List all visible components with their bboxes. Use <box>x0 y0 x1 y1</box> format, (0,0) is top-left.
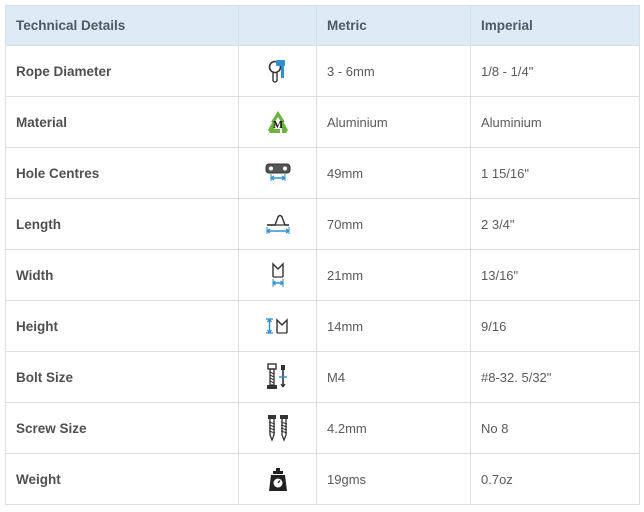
row-label: Weight <box>5 453 239 505</box>
metric-value: 49mm <box>316 147 471 199</box>
header-technical-details: Technical Details <box>5 5 239 46</box>
header-metric: Metric <box>316 5 471 46</box>
weight-icon <box>239 466 316 492</box>
table-row: Material M Aluminium Aluminium <box>5 96 640 148</box>
imperial-value: No 8 <box>470 402 640 454</box>
bolt-size-icon <box>239 363 316 391</box>
table-row: Hole Centres 49mm 1 15/16" <box>5 147 640 199</box>
table-row: Screw Size 4.2mm No 8 <box>5 402 640 454</box>
imperial-value: 2 3/4" <box>470 198 640 250</box>
table-row: Height 14mm 9/16 <box>5 300 640 352</box>
metric-value: Aluminium <box>316 96 471 148</box>
height-icon <box>239 317 316 335</box>
metric-value: 21mm <box>316 249 471 301</box>
width-icon <box>239 261 316 289</box>
hole-centres-icon <box>239 163 316 183</box>
metric-value: 70mm <box>316 198 471 250</box>
table-row: Bolt Size M4 #8-32. 5/32" <box>5 351 640 403</box>
rope-diameter-icon <box>239 58 316 84</box>
metric-value: 4.2mm <box>316 402 471 454</box>
row-label: Rope Diameter <box>5 45 239 97</box>
metric-value: 19gms <box>316 453 471 505</box>
table-row: Rope Diameter 3 - 6mm 1/8 - 1/4" <box>5 45 640 97</box>
header-icon-column <box>238 5 317 46</box>
row-label: Height <box>5 300 239 352</box>
screw-size-icon <box>239 414 316 442</box>
table-row: Width 21mm 13/16" <box>5 249 640 301</box>
row-label: Hole Centres <box>5 147 239 199</box>
imperial-value: Aluminium <box>470 96 640 148</box>
imperial-value: 9/16 <box>470 300 640 352</box>
table-row: Length 70mm 2 3/4" <box>5 198 640 250</box>
table-row: Weight 19gms 0.7oz <box>5 453 640 505</box>
metric-value: 14mm <box>316 300 471 352</box>
recycle-material-icon: M <box>239 110 316 134</box>
row-label: Width <box>5 249 239 301</box>
imperial-value: 1 15/16" <box>470 147 640 199</box>
row-label: Bolt Size <box>5 351 239 403</box>
metric-value: 3 - 6mm <box>316 45 471 97</box>
imperial-value: 0.7oz <box>470 453 640 505</box>
imperial-value: 1/8 - 1/4" <box>470 45 640 97</box>
table-header-row: Technical Details Metric Imperial <box>5 5 640 46</box>
length-icon <box>239 213 316 235</box>
row-label: Material <box>5 96 239 148</box>
header-imperial: Imperial <box>470 5 640 46</box>
svg-text:M: M <box>272 119 283 131</box>
technical-details-table: Technical Details Metric Imperial Rope D… <box>5 5 640 505</box>
imperial-value: 13/16" <box>470 249 640 301</box>
metric-value: M4 <box>316 351 471 403</box>
imperial-value: #8-32. 5/32" <box>470 351 640 403</box>
row-label: Screw Size <box>5 402 239 454</box>
row-label: Length <box>5 198 239 250</box>
